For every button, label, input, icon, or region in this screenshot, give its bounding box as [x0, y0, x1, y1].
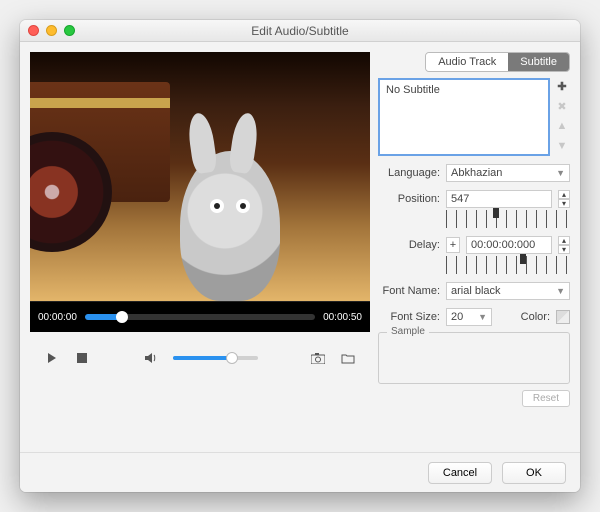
reset-button[interactable]: Reset	[522, 390, 570, 407]
language-value: Abkhazian	[451, 167, 502, 179]
content-area: 00:00:00 00:00:50	[20, 42, 580, 407]
subtitle-list-row: No Subtitle ✚ ✖ ▲ ▼	[378, 78, 570, 156]
sample-label: Sample	[387, 326, 429, 337]
right-pane: Audio Track Subtitle No Subtitle ✚ ✖ ▲ ▼…	[378, 52, 570, 407]
chevron-down-icon: ▼	[556, 168, 565, 178]
position-stepper[interactable]: ▴▾	[558, 190, 570, 208]
delay-input[interactable]: 00:00:00:000	[466, 236, 552, 254]
decor-cart	[30, 82, 170, 202]
font-name-select[interactable]: arial black ▼	[446, 282, 570, 300]
delay-label: Delay:	[378, 239, 440, 251]
seek-track[interactable]	[85, 314, 315, 320]
time-total: 00:00:50	[323, 312, 362, 323]
play-button[interactable]	[44, 350, 60, 366]
sample-preview: Sample	[378, 332, 570, 384]
position-slider[interactable]	[446, 210, 570, 228]
close-icon[interactable]	[28, 25, 39, 36]
zoom-icon[interactable]	[64, 25, 75, 36]
decor-donkey	[180, 151, 280, 301]
tab-audio-track[interactable]: Audio Track	[426, 53, 508, 71]
delay-sign-toggle[interactable]: +	[446, 237, 460, 253]
font-size-label: Font Size:	[378, 311, 440, 323]
position-label: Position:	[378, 193, 440, 205]
move-up-button[interactable]: ▲	[554, 118, 570, 134]
traffic-lights	[28, 25, 75, 36]
font-size-value: 20	[451, 311, 463, 323]
position-input[interactable]: 547	[446, 190, 552, 208]
seek-bar: 00:00:00 00:00:50	[30, 302, 370, 332]
volume-thumb[interactable]	[226, 352, 238, 364]
volume-fill	[173, 356, 233, 360]
snapshot-button[interactable]	[310, 350, 326, 366]
delay-slider[interactable]	[446, 256, 570, 274]
decor-wheel	[30, 132, 112, 252]
video-frame[interactable]	[30, 52, 370, 302]
tab-subtitle[interactable]: Subtitle	[508, 53, 569, 71]
minimize-icon[interactable]	[46, 25, 57, 36]
position-value: 547	[451, 193, 469, 205]
position-marker[interactable]	[493, 208, 499, 218]
stop-button[interactable]	[74, 350, 90, 366]
remove-subtitle-button[interactable]: ✖	[554, 98, 570, 114]
ok-button[interactable]: OK	[502, 462, 566, 484]
chevron-down-icon: ▼	[478, 312, 487, 322]
dialog-footer: Cancel OK	[20, 452, 580, 492]
subtitle-listbox[interactable]: No Subtitle	[378, 78, 550, 156]
subtitle-list-item[interactable]: No Subtitle	[386, 84, 542, 96]
player-controls	[30, 332, 370, 384]
delay-marker[interactable]	[520, 254, 526, 264]
language-select[interactable]: Abkhazian ▼	[446, 164, 570, 182]
mode-tabs: Audio Track Subtitle	[378, 52, 570, 72]
video-preview: 00:00:00 00:00:50	[30, 52, 370, 332]
open-file-button[interactable]	[340, 350, 356, 366]
color-picker[interactable]	[556, 310, 570, 324]
move-down-button[interactable]: ▼	[554, 138, 570, 154]
color-label: Color:	[521, 311, 550, 323]
font-size-select[interactable]: 20 ▼	[446, 308, 492, 326]
volume-icon[interactable]	[143, 350, 159, 366]
font-name-value: arial black	[451, 285, 501, 297]
font-name-label: Font Name:	[378, 285, 440, 297]
titlebar: Edit Audio/Subtitle	[20, 20, 580, 42]
window-title: Edit Audio/Subtitle	[251, 24, 348, 38]
time-current: 00:00:00	[38, 312, 77, 323]
chevron-down-icon: ▼	[556, 286, 565, 296]
delay-value: 00:00:00:000	[471, 239, 535, 251]
language-label: Language:	[378, 167, 440, 179]
volume-slider[interactable]	[173, 356, 258, 360]
seek-thumb[interactable]	[116, 311, 128, 323]
delay-stepper[interactable]: ▴▾	[558, 236, 570, 254]
app-window: Edit Audio/Subtitle 00:00:00	[20, 20, 580, 492]
add-subtitle-button[interactable]: ✚	[554, 78, 570, 94]
left-pane: 00:00:00 00:00:50	[30, 52, 370, 407]
cancel-button[interactable]: Cancel	[428, 462, 492, 484]
